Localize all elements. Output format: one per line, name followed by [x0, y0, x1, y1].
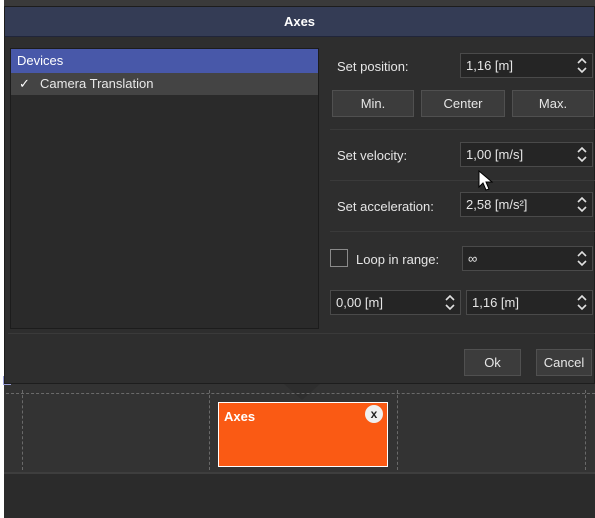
range-end-value: 1,16 [m]: [472, 295, 519, 310]
device-label: Camera Translation: [40, 76, 154, 91]
range-start-value: 0,00 [m]: [336, 295, 383, 310]
set-velocity-label: Set velocity:: [337, 148, 408, 163]
set-position-value: 1,16 [m]: [466, 58, 513, 73]
spin-updown-icon[interactable]: [576, 56, 588, 75]
timeline-left-marker: [3, 376, 11, 385]
device-item-camera-translation[interactable]: ✓ Camera Translation: [11, 73, 318, 95]
range-start-spinbox[interactable]: 0,00 [m]: [330, 290, 461, 315]
separator: [8, 333, 595, 334]
separator: [330, 180, 595, 181]
separator: [330, 129, 595, 130]
timeline-footer: [4, 472, 595, 518]
loop-in-range-label: Loop in range:: [356, 252, 440, 267]
timeline-clip-axes[interactable]: Axes x: [218, 402, 388, 467]
loop-count-value: ∞: [468, 251, 478, 266]
range-end-spinbox[interactable]: 1,16 [m]: [466, 290, 593, 315]
max-button[interactable]: Max.: [512, 90, 594, 117]
set-position-spinbox[interactable]: 1,16 [m]: [460, 53, 593, 78]
devices-panel: Devices ✓ Camera Translation: [10, 48, 319, 329]
spin-updown-icon[interactable]: [576, 195, 588, 214]
timeline-guide: [397, 390, 398, 470]
set-acceleration-label: Set acceleration:: [337, 199, 434, 214]
spin-updown-icon[interactable]: [576, 249, 588, 268]
spin-updown-icon[interactable]: [444, 293, 456, 312]
center-button[interactable]: Center: [421, 90, 505, 117]
timeline-guide: [6, 393, 595, 394]
set-acceleration-value: 2,58 [m/s²]: [466, 197, 528, 212]
loop-count-field[interactable]: ∞: [462, 246, 593, 271]
mouse-pointer-icon: [478, 170, 494, 191]
close-icon[interactable]: x: [365, 405, 383, 423]
separator: [330, 231, 595, 232]
set-position-label: Set position:: [337, 59, 409, 74]
set-acceleration-spinbox[interactable]: 2,58 [m/s²]: [460, 192, 593, 217]
dialog-titlebar: Axes: [5, 7, 594, 37]
cancel-button[interactable]: Cancel: [536, 349, 592, 376]
device-checkmark-icon[interactable]: ✓: [19, 73, 30, 95]
dialog-title: Axes: [283, 14, 316, 29]
timeline-guide: [22, 390, 23, 470]
set-velocity-value: 1,00 [m/s]: [466, 147, 524, 162]
ok-button[interactable]: Ok: [464, 349, 521, 376]
loop-in-range-checkbox[interactable]: [330, 249, 348, 267]
spin-updown-icon[interactable]: [576, 293, 588, 312]
timeline-notch: [284, 384, 320, 400]
spin-updown-icon[interactable]: [576, 145, 588, 164]
set-velocity-spinbox[interactable]: 1,00 [m/s]: [460, 142, 593, 167]
clip-label: Axes: [224, 409, 256, 424]
timeline-guide: [209, 390, 210, 470]
timeline-guide: [585, 390, 586, 470]
devices-header: Devices: [11, 49, 318, 73]
min-button[interactable]: Min.: [332, 90, 414, 117]
